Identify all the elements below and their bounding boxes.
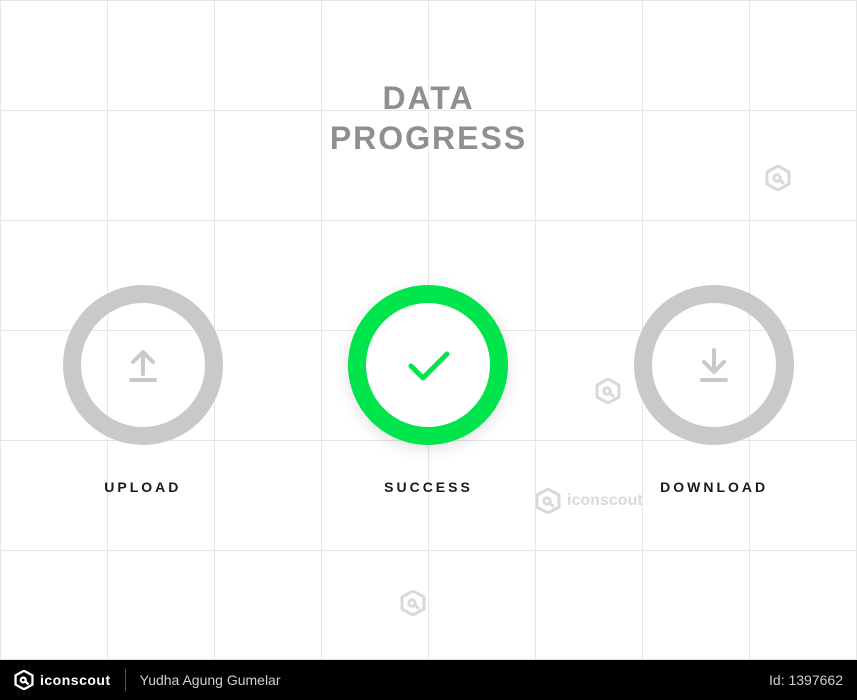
footer-id-value: 1397662: [788, 672, 843, 688]
success-ring: [348, 285, 508, 445]
canvas: DATA PROGRESS UPLOAD: [0, 0, 857, 660]
grid-line: [0, 220, 857, 221]
footer-bar: iconscout Yudha Agung Gumelar Id: 139766…: [0, 660, 857, 700]
grid-line: [0, 0, 857, 1]
footer-id-label: Id: [769, 672, 781, 688]
download-icon: [687, 338, 741, 392]
download-label: DOWNLOAD: [660, 479, 768, 495]
success-label: SUCCESS: [384, 479, 473, 495]
check-icon: [393, 330, 463, 400]
footer-id: Id: 1397662: [755, 672, 857, 688]
title-line-1: DATA: [0, 78, 857, 118]
watermark-text: iconscout: [567, 492, 643, 510]
grid-line: [0, 550, 857, 551]
footer-author: Yudha Agung Gumelar: [126, 672, 295, 688]
brand-text: iconscout: [40, 672, 111, 688]
watermark-badge-icon: [400, 590, 426, 616]
watermark: [400, 590, 426, 616]
watermark-badge-icon: [535, 488, 561, 514]
upload-icon: [116, 338, 170, 392]
watermark-badge-icon: [595, 378, 621, 404]
watermark: [765, 165, 791, 191]
page-title: DATA PROGRESS: [0, 78, 857, 158]
download-ring: [634, 285, 794, 445]
success-item: SUCCESS: [286, 285, 571, 495]
upload-label: UPLOAD: [104, 479, 181, 495]
title-line-2: PROGRESS: [0, 118, 857, 158]
footer-brand: iconscout: [0, 670, 125, 690]
brand-logo-icon: [14, 670, 34, 690]
status-items-row: UPLOAD SUCCESS DOWN: [0, 285, 857, 495]
upload-ring: [63, 285, 223, 445]
watermark-badge-icon: [765, 165, 791, 191]
watermark: [595, 378, 621, 404]
upload-item: UPLOAD: [0, 285, 285, 495]
watermark: iconscout: [535, 488, 643, 514]
